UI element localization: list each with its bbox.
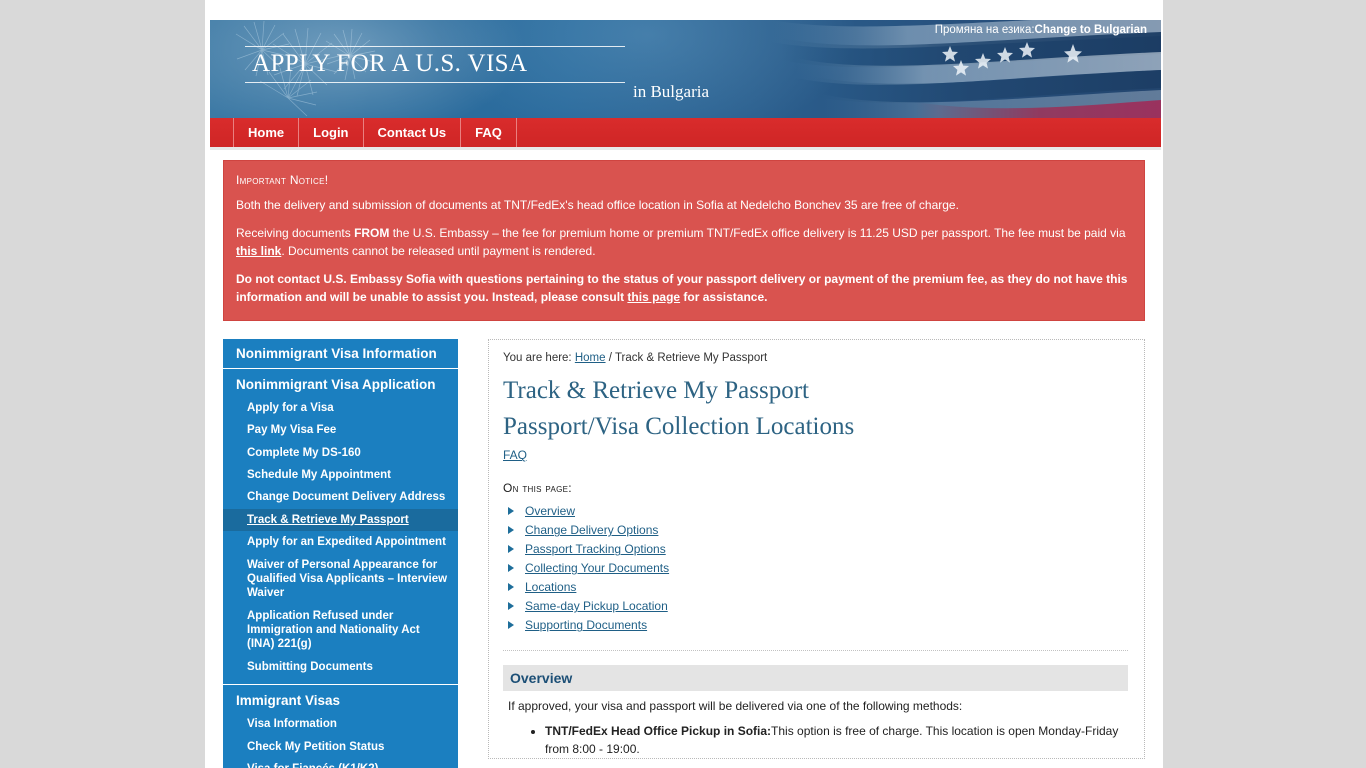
notice-paragraph-2: Receiving documents FROM the U.S. Embass…	[236, 225, 1132, 260]
notice-p2-part-a: Receiving documents	[236, 226, 355, 241]
breadcrumb-link-home[interactable]: Home	[575, 352, 606, 364]
sidebar-item-submitting-documents[interactable]: Submitting Documents	[223, 656, 458, 678]
section-heading-overview: Overview	[503, 665, 1128, 692]
notice-p2-part-b: the U.S. Embassy – the fee for premium h…	[389, 226, 1126, 241]
on-this-page-list: Overview Change Delivery Options Passpor…	[503, 504, 1128, 637]
toc-item: Same-day Pickup Location	[503, 599, 1128, 618]
sidebar-item-application-refused-221g[interactable]: Application Refused under Immigration an…	[223, 605, 458, 656]
content-divider	[503, 650, 1128, 652]
sidebar-item-apply-for-an-expedited-appointment[interactable]: Apply for an Expedited Appointment	[223, 531, 458, 553]
nav-item-faq[interactable]: FAQ	[461, 118, 517, 147]
sidebar-item-pay-my-visa-fee[interactable]: Pay My Visa Fee	[223, 419, 458, 441]
main-navigation: Home Login Contact Us FAQ	[210, 118, 1161, 150]
toc-item: Overview	[503, 504, 1128, 523]
sidebar-group-nonimmigrant-visa-application: Nonimmigrant Visa Application	[236, 376, 436, 392]
toc-item: Collecting Your Documents	[503, 561, 1128, 580]
nav-item-login[interactable]: Login	[299, 118, 364, 147]
toc-link-supporting-documents[interactable]: Supporting Documents	[525, 618, 647, 632]
breadcrumb-prefix: You are here:	[503, 351, 572, 364]
site-container: APPLY FOR A U.S. VISA in Bulgaria Промян…	[205, 0, 1163, 768]
sidebar-item-track-retrieve-my-passport-nonimmigrant[interactable]: Track & Retrieve My Passport	[223, 508, 458, 532]
site-title: APPLY FOR A U.S. VISA	[245, 46, 625, 83]
main-content: You are here: Home / Track & Retrieve My…	[488, 338, 1145, 760]
breadcrumb-current: Track & Retrieve My Passport	[614, 351, 768, 364]
page-title: Track & Retrieve My Passport	[503, 376, 809, 404]
page-subtitle: Passport/Visa Collection Locations	[503, 413, 855, 441]
toc-link-collecting-your-documents[interactable]: Collecting Your Documents	[525, 561, 669, 575]
sidebar-item-schedule-my-appointment[interactable]: Schedule My Appointment	[223, 464, 458, 486]
banner-title-wrap: APPLY FOR A U.S. VISA	[245, 46, 625, 83]
sidebar-item-check-my-petition-status[interactable]: Check My Petition Status	[223, 736, 458, 758]
toc-link-locations[interactable]: Locations	[525, 580, 576, 594]
sidebar-header-nonimmigrant-visa-information: Nonimmigrant Visa Information	[223, 338, 458, 369]
nav-item-contact-us[interactable]: Contact Us	[364, 118, 462, 147]
language-switcher-prefix: Промяна на езика:	[934, 24, 1035, 36]
overview-intro-text: If approved, your visa and passport will…	[508, 699, 963, 714]
triangle-right-icon	[508, 583, 514, 592]
triangle-right-icon	[508, 507, 514, 516]
toc-item: Passport Tracking Options	[503, 542, 1128, 561]
toc-link-same-day-pickup-location[interactable]: Same-day Pickup Location	[525, 599, 668, 613]
sidebar-item-visa-information[interactable]: Visa Information	[223, 713, 458, 735]
toc-link-passport-tracking-options[interactable]: Passport Tracking Options	[525, 542, 666, 556]
triangle-right-icon	[508, 564, 514, 573]
change-language-link[interactable]: Change to Bulgarian	[1035, 24, 1147, 36]
notice-this-link[interactable]: this link	[236, 244, 281, 258]
sidebar-item-interview-waiver[interactable]: Waiver of Personal Appearance for Qualif…	[223, 554, 458, 605]
notice-p2-from: FROM	[354, 226, 390, 241]
notice-p2-part-c: . Documents cannot be released until pay…	[281, 243, 596, 258]
sidebar-item-visa-for-fiances[interactable]: Visa for Fiancés (K1/K2)	[223, 758, 458, 768]
triangle-right-icon	[508, 526, 514, 535]
breadcrumb-separator: /	[608, 351, 612, 364]
site-country: in Bulgaria	[633, 82, 710, 101]
notice-p3-part-b: for assistance.	[680, 289, 768, 304]
toc-link-overview[interactable]: Overview	[525, 504, 575, 518]
toc-item: Supporting Documents	[503, 618, 1128, 637]
nav-item-home[interactable]: Home	[233, 118, 300, 147]
breadcrumb: You are here: Home / Track & Retrieve My…	[503, 352, 1128, 364]
notice-paragraph-3: Do not contact U.S. Embassy Sofia with q…	[236, 271, 1132, 306]
site-header-banner: APPLY FOR A U.S. VISA in Bulgaria Промян…	[210, 20, 1161, 118]
list-item: TNT/FedEx Head Office Pickup in Sofia:Th…	[545, 722, 1128, 758]
triangle-right-icon	[508, 602, 514, 611]
notice-title: Important Notice!	[236, 173, 329, 187]
sidebar-group-immigrant-visas: Immigrant Visas	[236, 693, 341, 709]
toc-item: Locations	[503, 580, 1128, 599]
toc-item: Change Delivery Options	[503, 523, 1128, 542]
triangle-right-icon	[508, 545, 514, 554]
sidebar-item-apply-for-a-visa[interactable]: Apply for a Visa	[223, 397, 458, 419]
sidebar-navigation: Nonimmigrant Visa Information Nonimmigra…	[223, 338, 458, 768]
language-switcher[interactable]: Промяна на езика:Change to Bulgarian	[935, 24, 1147, 36]
method-label-tnt-fedex-head-office: TNT/FedEx Head Office Pickup in Sofia:	[545, 724, 772, 739]
triangle-right-icon	[508, 621, 514, 630]
faq-link[interactable]: FAQ	[503, 448, 527, 462]
body-area: Nonimmigrant Visa Information Nonimmigra…	[223, 338, 1145, 768]
important-notice-banner: Important Notice! Both the delivery and …	[223, 160, 1145, 321]
notice-paragraph-1: Both the delivery and submission of docu…	[236, 198, 959, 212]
sidebar-item-change-document-delivery-address[interactable]: Change Document Delivery Address	[223, 486, 458, 508]
on-this-page-label: On this page:	[503, 481, 572, 496]
toc-link-change-delivery-options[interactable]: Change Delivery Options	[525, 523, 658, 537]
sidebar-item-complete-my-ds160[interactable]: Complete My DS-160	[223, 442, 458, 464]
notice-this-page-link[interactable]: this page	[627, 290, 680, 304]
delivery-methods-list: TNT/FedEx Head Office Pickup in Sofia:Th…	[503, 722, 1128, 758]
page-root: APPLY FOR A U.S. VISA in Bulgaria Промян…	[0, 0, 1366, 768]
